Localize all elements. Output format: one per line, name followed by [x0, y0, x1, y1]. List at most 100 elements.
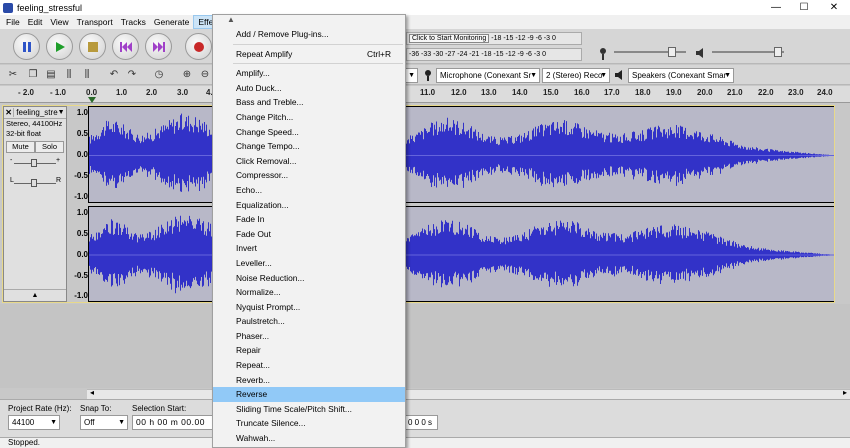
playback-meter[interactable]: -36 -33 -30 -27 -24 -21 -18 -15 -12 -9 -…: [406, 48, 582, 61]
zoom-in-icon[interactable]: ⊕: [180, 68, 194, 82]
ruler-tick: 12.0: [451, 88, 467, 97]
window-title: feeling_stressful: [17, 2, 83, 13]
menu-item-label: Add / Remove Plug-ins...: [236, 29, 329, 39]
menu-item-paulstretch[interactable]: Paulstretch...: [213, 314, 405, 329]
menu-item-amplify[interactable]: Amplify...: [213, 66, 405, 81]
menu-generate[interactable]: Generate: [150, 15, 193, 29]
solo-button[interactable]: Solo: [35, 141, 64, 153]
menu-tracks[interactable]: Tracks: [117, 15, 150, 29]
copy-icon[interactable]: ❐: [26, 68, 40, 82]
waveform-left-svg: [89, 107, 834, 202]
waveform-channel-left[interactable]: [88, 106, 835, 203]
pan-slider-thumb[interactable]: [31, 179, 37, 187]
menu-item-fade-in[interactable]: Fade In: [213, 212, 405, 227]
menu-view[interactable]: View: [46, 15, 72, 29]
timeline-ruler[interactable]: - 2.0 - 1.0 0.0 1.0 2.0 3.0 4. 11.0 12.0…: [0, 86, 850, 103]
record-button[interactable]: [185, 33, 212, 60]
mute-button[interactable]: Mute: [6, 141, 35, 153]
menu-item-normalize[interactable]: Normalize...: [213, 285, 405, 300]
menu-item-echo[interactable]: Echo...: [213, 183, 405, 198]
undo-icon[interactable]: ↶: [107, 68, 121, 82]
pause-button[interactable]: [13, 33, 40, 60]
paste-icon[interactable]: ▤: [44, 68, 58, 82]
snap-to-combo[interactable]: Off ▼: [80, 415, 128, 430]
menu-item-noise-reduction[interactable]: Noise Reduction...: [213, 271, 405, 286]
menu-separator: [233, 63, 403, 65]
speaker-volume-icon: [696, 48, 703, 58]
menu-item-add-remove-plugins[interactable]: Add / Remove Plug-ins...: [213, 27, 405, 42]
scroll-right-icon[interactable]: ▸: [843, 388, 847, 397]
input-device-value: Microphone (Conexant Sr: [440, 71, 532, 80]
menu-item-repeat-amplify[interactable]: Repeat Amplify Ctrl+R: [213, 47, 405, 62]
maximize-button[interactable]: ☐: [790, 0, 818, 15]
skip-to-start-button[interactable]: [112, 33, 139, 60]
stop-button[interactable]: [79, 33, 106, 60]
menu-item-compressor[interactable]: Compressor...: [213, 168, 405, 183]
menu-item-sliding-time-scale-pitch-shift[interactable]: Sliding Time Scale/Pitch Shift...: [213, 402, 405, 417]
menu-item-truncate-silence[interactable]: Truncate Silence...: [213, 416, 405, 431]
menu-item-reverb[interactable]: Reverb...: [213, 373, 405, 388]
horizontal-scrollbar[interactable]: ◂ ▸: [87, 388, 850, 399]
recording-volume-thumb[interactable]: [668, 47, 676, 57]
project-rate-label: Project Rate (Hz):: [8, 404, 72, 413]
project-rate-combo[interactable]: 44100 ▼: [8, 415, 60, 430]
menu-bar: File Edit View Transport Tracks Generate…: [0, 15, 850, 29]
skip-to-end-button[interactable]: [145, 33, 172, 60]
track-menu-arrow-icon[interactable]: ▼: [58, 109, 66, 116]
menu-item-label: Change Tempo...: [236, 141, 300, 152]
menu-item-wahwah[interactable]: Wahwah...: [213, 431, 405, 446]
minimize-button[interactable]: —: [762, 0, 790, 15]
trim-icon[interactable]: ⫼: [62, 68, 76, 82]
menu-item-fade-out[interactable]: Fade Out: [213, 227, 405, 242]
zoom-out-icon[interactable]: ⊖: [198, 68, 212, 82]
menu-item-repeat[interactable]: Repeat...: [213, 358, 405, 373]
menu-item-repair[interactable]: Repair: [213, 343, 405, 358]
collapse-track-button[interactable]: ▲: [4, 289, 66, 301]
selection-end-field[interactable]: 0 0 0 s: [404, 415, 438, 430]
selection-start-value: 00 h 00 m 00.00: [136, 417, 205, 427]
channels-combo[interactable]: 2 (Stereo) Reco ▼: [542, 68, 610, 83]
input-device-combo[interactable]: Microphone (Conexant Sr ▼: [436, 68, 540, 83]
gain-minus-label: -: [10, 157, 13, 164]
selection-end-value: 0 0 0 s: [408, 418, 433, 427]
menu-edit[interactable]: Edit: [24, 15, 47, 29]
pan-slider-row: L R: [4, 175, 66, 195]
menu-item-equalization[interactable]: Equalization...: [213, 198, 405, 213]
menu-item-bass-and-treble[interactable]: Bass and Treble...: [213, 95, 405, 110]
sync-lock-icon[interactable]: ◷: [152, 68, 166, 82]
record-meter[interactable]: Click to Start Monitoring -18 -15 -12 -9…: [406, 32, 582, 45]
menu-item-phaser[interactable]: Phaser...: [213, 329, 405, 344]
track-name-dropdown[interactable]: feeling_stre: [14, 108, 57, 117]
waveform-channel-right[interactable]: [88, 206, 835, 302]
menu-item-label: Wahwah...: [236, 433, 276, 444]
playback-volume-thumb[interactable]: [774, 47, 782, 57]
silence-icon[interactable]: ⫼: [80, 68, 94, 82]
play-button[interactable]: [46, 33, 73, 60]
menu-item-nyquist-prompt[interactable]: Nyquist Prompt...: [213, 300, 405, 315]
scroll-left-icon[interactable]: ◂: [90, 388, 94, 397]
scale-ch1-label: -0.5: [74, 171, 88, 180]
menu-item-click-removal[interactable]: Click Removal...: [213, 154, 405, 169]
menu-item-change-pitch[interactable]: Change Pitch...: [213, 110, 405, 125]
menu-item-leveller[interactable]: Leveller...: [213, 256, 405, 271]
multi-tool-icon[interactable]: ✂: [6, 68, 20, 82]
redo-icon[interactable]: ↷: [125, 68, 139, 82]
menu-item-change-speed[interactable]: Change Speed...: [213, 125, 405, 140]
tools-toolbar: ✂ ❐ ▤ ⫼ ⫼ ↶ ↷ ◷ ⊕ ⊖ ▼ Microphone (Conexa…: [0, 65, 850, 85]
selection-start-field[interactable]: 00 h 00 m 00.00: [132, 415, 214, 430]
menu-item-label: Change Pitch...: [236, 111, 294, 122]
track-close-button[interactable]: ✕: [4, 108, 15, 117]
host-combo[interactable]: ▼: [404, 68, 418, 83]
menu-transport[interactable]: Transport: [73, 15, 117, 29]
menu-tear-off[interactable]: ▲: [213, 15, 405, 27]
ruler-tick: 21.0: [727, 88, 743, 97]
menu-item-auto-duck[interactable]: Auto Duck...: [213, 81, 405, 96]
ruler-tick: 24.0: [817, 88, 833, 97]
menu-file[interactable]: File: [2, 15, 24, 29]
gain-slider-thumb[interactable]: [31, 159, 37, 167]
menu-item-invert[interactable]: Invert: [213, 241, 405, 256]
close-button[interactable]: ✕: [820, 0, 848, 15]
menu-item-change-tempo[interactable]: Change Tempo...: [213, 139, 405, 154]
output-device-combo[interactable]: Speakers (Conexant Smar ▼: [628, 68, 734, 83]
menu-item-reverse[interactable]: Reverse: [213, 387, 405, 402]
